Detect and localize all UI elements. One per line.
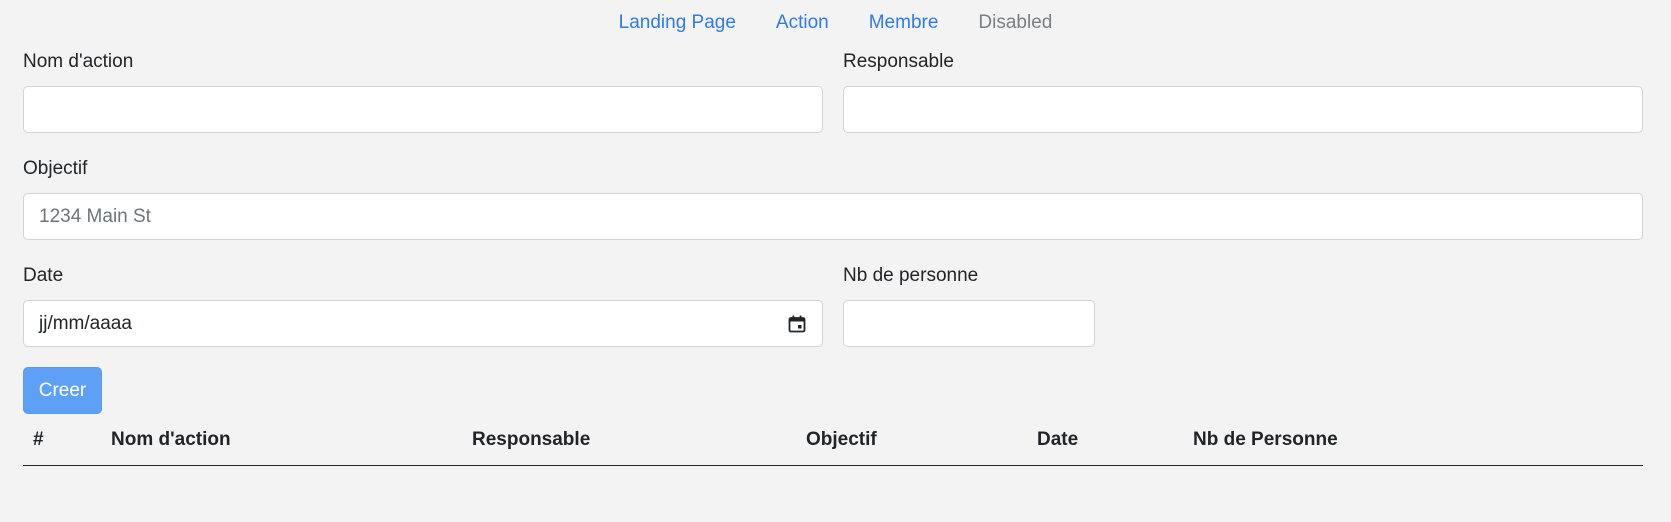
nb-personne-input[interactable] xyxy=(843,300,1095,347)
nb-personne-label: Nb de personne xyxy=(843,265,979,286)
top-nav: Landing Page Action Membre Disabled xyxy=(0,10,1671,36)
nom-action-input[interactable] xyxy=(23,86,823,133)
creer-button[interactable]: Creer xyxy=(23,367,102,414)
objectif-input[interactable] xyxy=(23,193,1643,240)
responsable-label: Responsable xyxy=(843,51,954,72)
column-header-nom-action: Nom d'action xyxy=(111,429,231,450)
nav-link-landing-page[interactable]: Landing Page xyxy=(599,10,756,36)
calendar-icon[interactable] xyxy=(787,314,807,334)
column-header-responsable: Responsable xyxy=(472,429,591,450)
actions-table-header: # Nom d'action Responsable Objectif Date… xyxy=(23,425,1643,466)
nav-link-action[interactable]: Action xyxy=(756,10,849,36)
column-header-objectif: Objectif xyxy=(806,429,877,450)
date-input[interactable]: jj/mm/aaaa xyxy=(23,300,823,347)
nom-action-label: Nom d'action xyxy=(23,51,134,72)
column-header-number: # xyxy=(33,429,44,450)
column-header-date: Date xyxy=(1037,429,1079,450)
nav-link-disabled: Disabled xyxy=(978,12,1053,33)
date-label: Date xyxy=(23,265,64,286)
column-header-nb-personne: Nb de Personne xyxy=(1193,429,1338,450)
objectif-label: Objectif xyxy=(23,158,88,179)
nav-link-membre[interactable]: Membre xyxy=(849,10,959,36)
date-input-value: jj/mm/aaaa xyxy=(39,312,132,334)
responsable-input[interactable] xyxy=(843,86,1643,133)
